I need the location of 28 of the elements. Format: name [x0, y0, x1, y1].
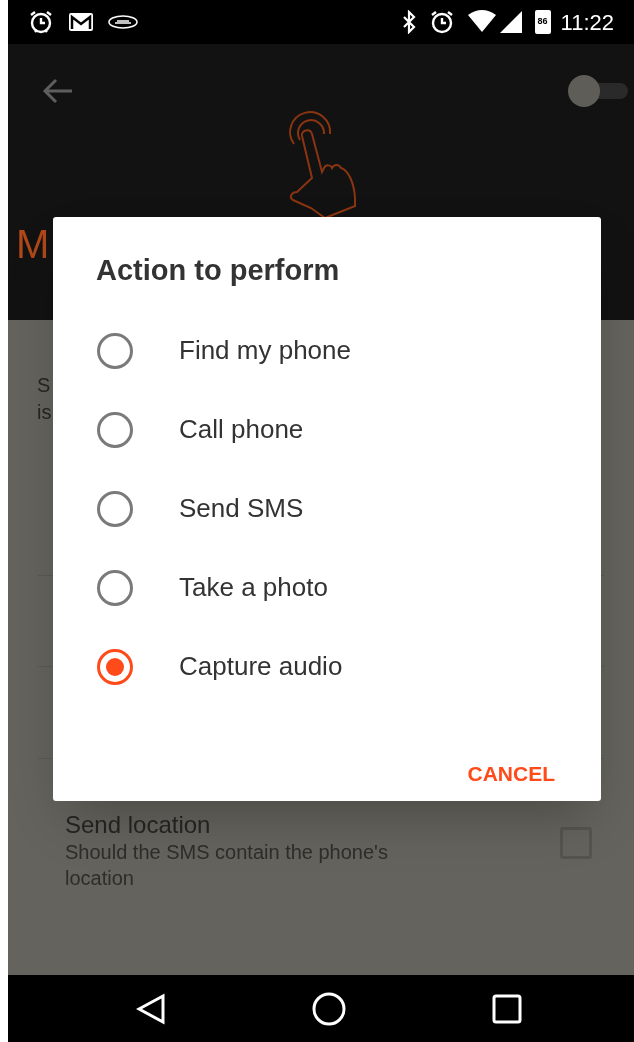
- mail-icon: [68, 12, 94, 32]
- bluetooth-icon: [400, 10, 417, 34]
- description-text: is: [37, 400, 53, 425]
- radio-button[interactable]: [97, 411, 133, 448]
- toggle-switch[interactable]: [568, 74, 628, 108]
- description-text: S: [37, 373, 52, 398]
- recents-nav-icon[interactable]: [492, 993, 522, 1024]
- option-label[interactable]: Call phone: [179, 410, 304, 449]
- back-nav-icon[interactable]: [136, 992, 166, 1025]
- option-label[interactable]: Take a photo: [179, 568, 328, 607]
- option-label[interactable]: Send SMS: [179, 489, 304, 528]
- wifi-icon: [466, 10, 497, 34]
- page-title: M: [16, 224, 50, 264]
- oval-logo-icon: [108, 15, 138, 29]
- radio-button[interactable]: [97, 648, 133, 685]
- clock-time: 11:22: [560, 8, 614, 37]
- option-label[interactable]: Find my phone: [179, 331, 351, 370]
- option-label[interactable]: Capture audio: [179, 647, 343, 686]
- alarm-icon: [28, 9, 54, 35]
- back-arrow-icon: [42, 78, 74, 104]
- dialog-title: Action to perform: [96, 253, 341, 287]
- radio-button[interactable]: [97, 490, 133, 527]
- battery-level: 86: [537, 15, 548, 29]
- signal-icon: [498, 10, 523, 34]
- radio-button[interactable]: [97, 332, 133, 369]
- radio-button[interactable]: [97, 569, 133, 606]
- setting-title: Send location: [65, 811, 212, 839]
- home-nav-icon[interactable]: [312, 991, 346, 1026]
